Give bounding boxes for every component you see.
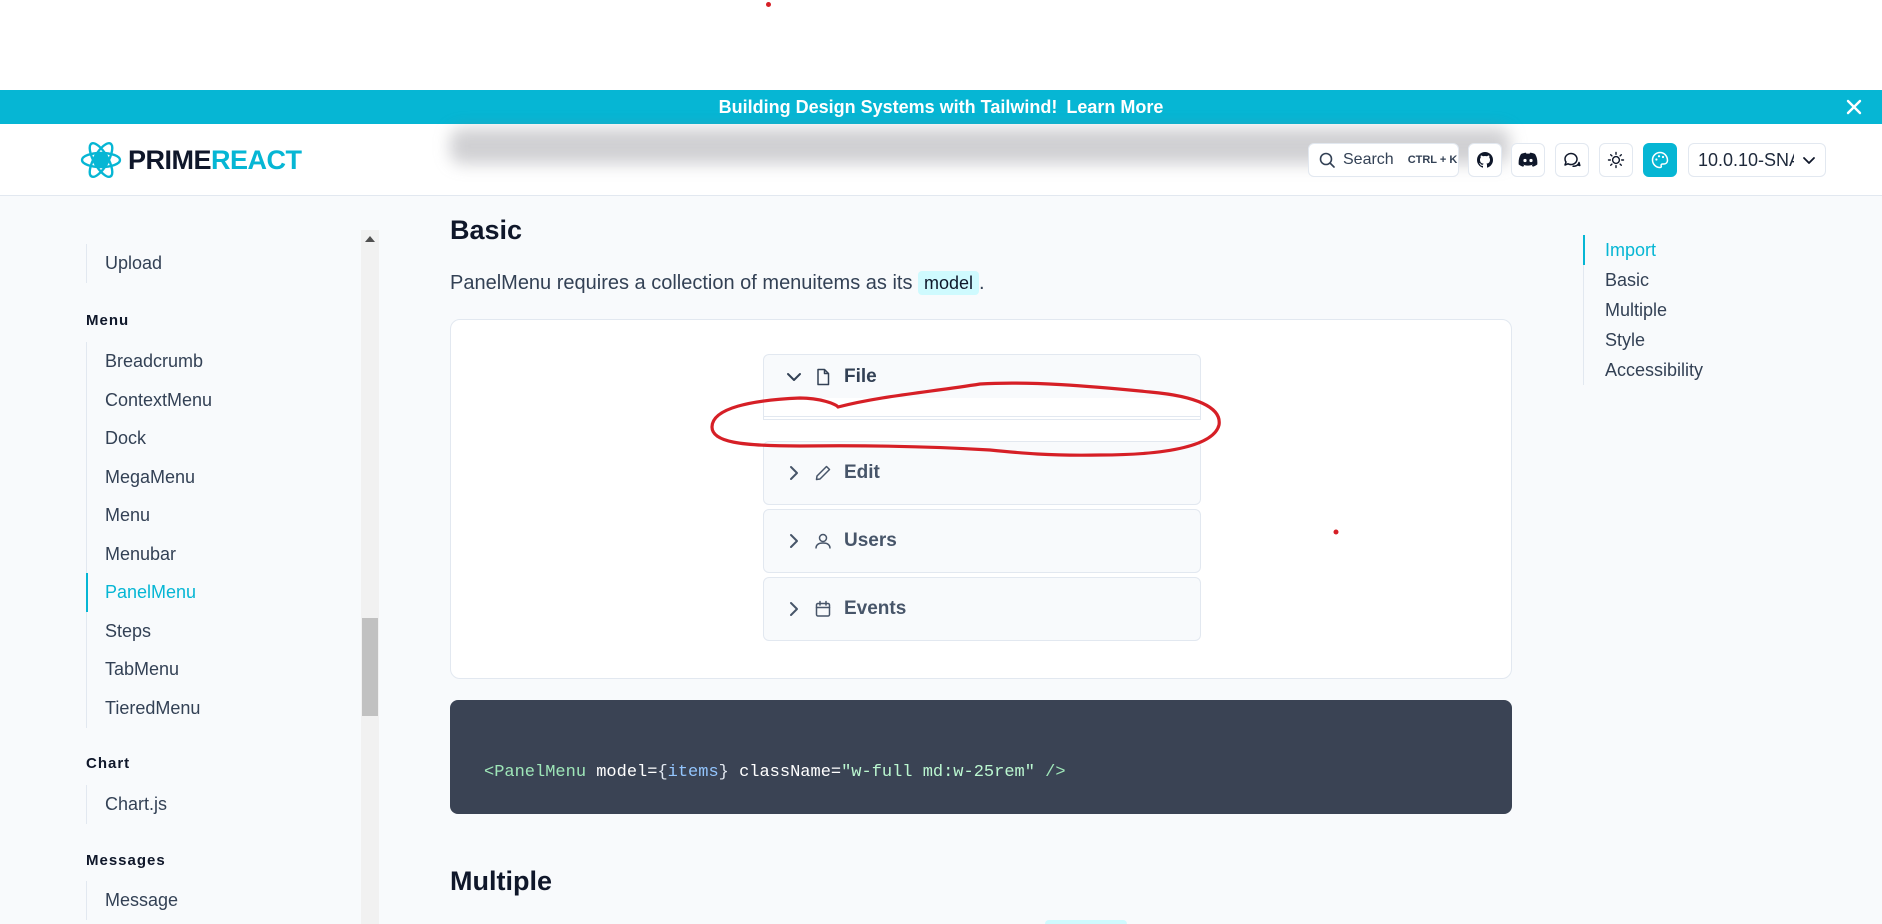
chevron-right-icon bbox=[790, 466, 798, 480]
chevron-down-icon bbox=[1803, 157, 1815, 164]
section-heading-multiple: Multiple bbox=[450, 866, 552, 896]
toc-item-accessibility[interactable]: Accessibility bbox=[1584, 355, 1843, 385]
sidebar-item-menubar[interactable]: Menubar bbox=[86, 535, 336, 574]
code-block[interactable]: <PanelMenu model={items} className= "w-fu… bbox=[450, 700, 1512, 814]
sidebar-scrollbar-thumb[interactable] bbox=[362, 618, 378, 716]
chevron-right-icon bbox=[790, 602, 798, 616]
pencil-icon bbox=[812, 462, 834, 484]
panel-header-events[interactable]: Events bbox=[763, 577, 1201, 641]
discussions-button[interactable] bbox=[1555, 143, 1589, 177]
search-shortcut: CTRL + K bbox=[1407, 154, 1458, 166]
search-button[interactable]: Search CTRL + K bbox=[1308, 143, 1459, 177]
table-of-contents: Import Basic Multiple Style Accessibilit… bbox=[1583, 235, 1843, 385]
sidebar-item-breadcrumb[interactable]: Breadcrumb bbox=[86, 342, 336, 381]
designer-button[interactable] bbox=[1643, 143, 1677, 177]
github-button[interactable] bbox=[1468, 143, 1502, 177]
demo-card: File Edit Users Events bbox=[450, 319, 1512, 679]
search-label: Search bbox=[1343, 151, 1394, 168]
toc-item-import[interactable]: Import bbox=[1583, 235, 1843, 265]
sidebar-item-chartjs[interactable]: Chart.js bbox=[86, 785, 336, 824]
panel-header-users[interactable]: Users bbox=[763, 509, 1201, 573]
chevron-right-icon bbox=[790, 534, 798, 548]
toc-item-multiple[interactable]: Multiple bbox=[1584, 295, 1843, 325]
topbar: PRIMEREACT Search CTRL + K 10.0.10-SN bbox=[0, 124, 1882, 196]
page-body: Upload Menu Breadcrumb ContextMenu Dock … bbox=[0, 196, 1882, 924]
panel-label-edit: Edit bbox=[844, 462, 880, 483]
theme-toggle-button[interactable] bbox=[1599, 143, 1633, 177]
basic-description: PanelMenu requires a collection of menui… bbox=[450, 271, 985, 295]
announcement-banner: Building Design Systems with Tailwind! L… bbox=[0, 90, 1882, 124]
sidebar-category-menu: Menu bbox=[86, 312, 130, 329]
banner-learn-more-link[interactable]: Learn More bbox=[1066, 97, 1163, 118]
panel-label-file: File bbox=[844, 365, 877, 387]
sidebar-nav: Upload Menu Breadcrumb ContextMenu Dock … bbox=[0, 196, 380, 924]
toc-item-basic[interactable]: Basic bbox=[1584, 265, 1843, 295]
calendar-icon bbox=[812, 598, 834, 620]
logo-wordmark: PRIMEREACT bbox=[128, 144, 302, 175]
user-icon bbox=[812, 530, 834, 552]
comments-icon bbox=[1564, 152, 1581, 167]
panel-label-users: Users bbox=[844, 530, 897, 551]
palette-icon bbox=[1651, 151, 1669, 169]
section-heading-basic: Basic bbox=[450, 215, 523, 245]
scroll-up-arrow-icon[interactable] bbox=[365, 236, 375, 242]
search-icon bbox=[1319, 152, 1335, 168]
github-icon bbox=[1476, 152, 1494, 168]
discord-icon bbox=[1518, 152, 1538, 167]
logo-icon bbox=[80, 141, 122, 179]
annotation-dot bbox=[766, 2, 771, 7]
chevron-down-icon bbox=[787, 372, 801, 381]
toc-item-style[interactable]: Style bbox=[1584, 325, 1843, 355]
sidebar-item-message[interactable]: Message bbox=[86, 881, 336, 920]
sidebar-item-contextmenu[interactable]: ContextMenu bbox=[86, 381, 336, 420]
sidebar-item-upload[interactable]: Upload bbox=[86, 244, 336, 283]
panel-label-events: Events bbox=[844, 598, 907, 619]
sidebar-item-tieredmenu[interactable]: TieredMenu bbox=[86, 689, 336, 728]
panel-divider bbox=[763, 416, 1201, 417]
sidebar-item-menu[interactable]: Menu bbox=[86, 496, 336, 535]
sidebar-item-dock[interactable]: Dock bbox=[86, 419, 336, 458]
sidebar-item-tabmenu[interactable]: TabMenu bbox=[86, 650, 336, 689]
sidebar-category-chart: Chart bbox=[86, 755, 131, 772]
blank-top-area bbox=[0, 0, 1882, 90]
sidebar-item-megamenu[interactable]: MegaMenu bbox=[86, 458, 336, 497]
file-icon bbox=[812, 366, 834, 388]
sidebar-category-messages: Messages bbox=[86, 852, 166, 869]
panel-header-edit[interactable]: Edit bbox=[763, 441, 1201, 505]
banner-text: Building Design Systems with Tailwind! bbox=[718, 96, 1058, 117]
sun-icon bbox=[1607, 151, 1625, 169]
sidebar-item-panelmenu[interactable]: PanelMenu bbox=[86, 573, 336, 612]
primereact-logo[interactable]: PRIMEREACT bbox=[80, 136, 302, 184]
version-dropdown[interactable]: 10.0.10-SNAPSHOT bbox=[1688, 143, 1826, 177]
inline-code-chip-partial bbox=[1045, 920, 1127, 924]
discord-button[interactable] bbox=[1511, 143, 1545, 177]
panel-header-file[interactable]: File bbox=[763, 354, 1201, 398]
version-label: 10.0.10-SNAPSHOT bbox=[1698, 149, 1794, 170]
close-icon[interactable] bbox=[1844, 97, 1864, 117]
inline-code-model: model bbox=[918, 271, 980, 295]
sidebar-scrollbar-track[interactable] bbox=[361, 230, 379, 924]
sidebar-item-steps[interactable]: Steps bbox=[86, 612, 336, 651]
